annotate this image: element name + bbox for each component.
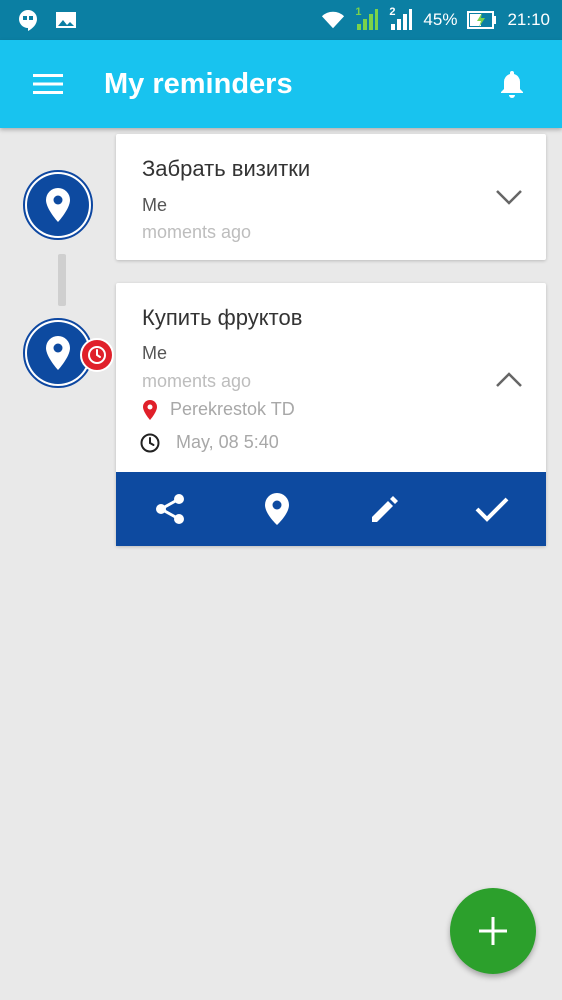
reminder-owner: Me (142, 343, 168, 363)
location-pin-icon (27, 174, 89, 236)
alarm-clock-icon (80, 338, 114, 372)
signal-sim1-icon: 1 (355, 6, 379, 32)
sim2-label: 2 (389, 6, 396, 18)
chevron-down-icon[interactable] (494, 182, 524, 212)
notifications-bell-icon[interactable] (494, 66, 530, 102)
share-icon[interactable] (145, 484, 195, 534)
page-title: My reminders (104, 68, 293, 100)
reminder-card[interactable]: Забрать визитки Me moments ago (116, 134, 546, 260)
gallery-icon (54, 8, 78, 32)
reminder-owner: Me (142, 195, 168, 215)
reminder-datetime: May, 08 5:40 (140, 432, 279, 453)
datetime-value: May, 08 5:40 (176, 432, 279, 452)
location-pin-icon (140, 399, 160, 420)
timeline-connector (58, 254, 66, 306)
reminder-title: Забрать визитки (142, 156, 311, 181)
battery-percent: 45% (423, 10, 458, 29)
hangouts-icon (16, 8, 40, 32)
reminder-created-time: moments ago (142, 371, 252, 391)
add-reminder-button[interactable] (450, 888, 536, 974)
plus-icon (479, 917, 507, 945)
timeline-node-1[interactable] (23, 170, 93, 240)
sim1-label: 1 (355, 6, 362, 18)
reminder-title: Купить фруктов (142, 305, 303, 330)
app-bar: My reminders (0, 40, 562, 128)
hamburger-menu-icon[interactable] (28, 66, 68, 102)
battery-charging-icon (467, 8, 497, 32)
reminder-card[interactable]: Купить фруктов Me moments ago Perekresto… (116, 283, 546, 546)
reminder-created-time: moments ago (142, 222, 252, 242)
clock-time: 21:10 (507, 10, 550, 29)
clock-icon (140, 433, 160, 453)
location-pin-icon[interactable] (252, 484, 302, 534)
edit-pencil-icon[interactable] (360, 484, 410, 534)
reminder-location: Perekrestok TD (140, 399, 295, 420)
status-bar: 1 2 45% 21:10 (0, 0, 562, 40)
reminder-actions (116, 472, 546, 546)
location-name: Perekrestok TD (170, 399, 295, 419)
check-icon[interactable] (467, 484, 517, 534)
chevron-up-icon[interactable] (494, 365, 524, 395)
signal-sim2-icon: 2 (389, 6, 413, 32)
wifi-icon (321, 8, 345, 32)
